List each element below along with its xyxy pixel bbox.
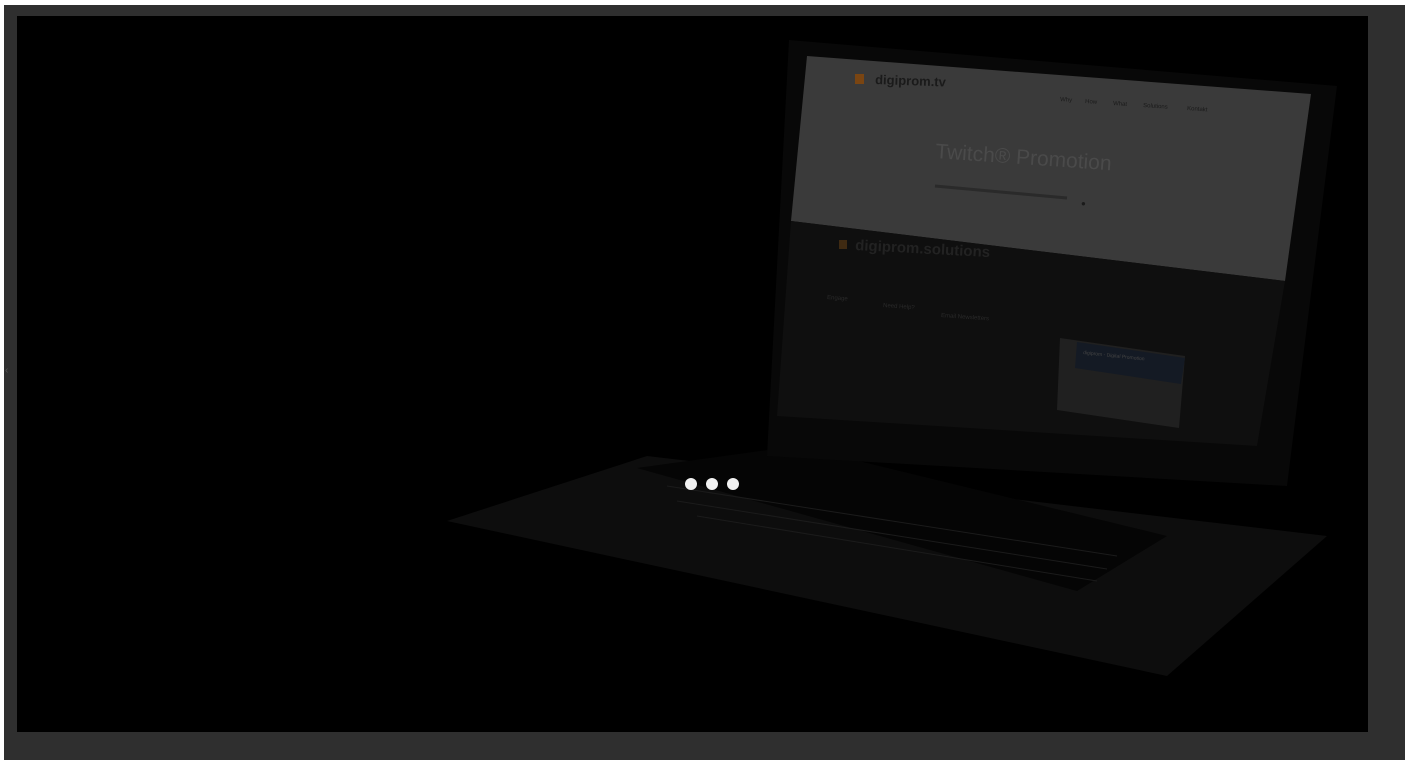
laptop-image: digiprom.tv Why How What Solutions Konta… <box>447 40 1337 676</box>
lightbox-stage: digiprom.tv Why How What Solutions Konta… <box>17 16 1368 732</box>
chevron-left-icon[interactable]: ‹ <box>5 365 15 377</box>
site-name: digiprom.tv <box>875 72 947 89</box>
loading-dot <box>685 478 697 490</box>
footer-logo-icon <box>839 240 847 249</box>
lightbox-frame: ‹ digiprom.tv Why How What Solutions Kon… <box>0 0 1405 760</box>
nav-item-why[interactable]: Why <box>1060 97 1072 104</box>
nav-item-what[interactable]: What <box>1113 101 1128 108</box>
frame-top-edge <box>0 0 1405 5</box>
search-icon[interactable]: ● <box>1081 199 1086 208</box>
nav-item-how[interactable]: How <box>1085 99 1098 106</box>
loading-indicator <box>685 478 739 490</box>
loading-dot <box>706 478 718 490</box>
frame-left-edge <box>0 0 4 760</box>
loading-dot <box>727 478 739 490</box>
logo-icon <box>855 74 864 84</box>
